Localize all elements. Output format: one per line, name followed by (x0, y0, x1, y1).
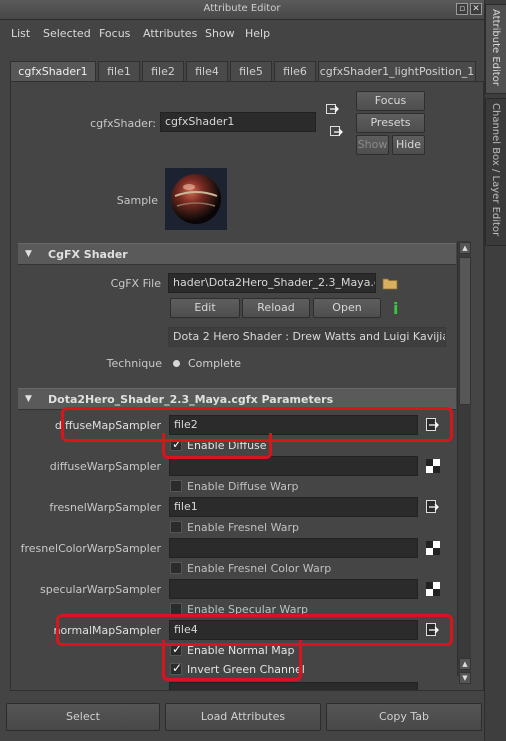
collapse-triangle-icon: ▼ (25, 249, 32, 259)
menu-bar: List Selected Focus Attributes Show Help (0, 21, 484, 45)
checkbox-label: Enable Diffuse Warp (187, 480, 299, 493)
tab-file5[interactable]: file5 (230, 61, 272, 81)
input-connection-icon[interactable] (326, 104, 340, 118)
output-connection-icon[interactable] (330, 126, 344, 140)
checker-map-icon[interactable] (426, 459, 440, 473)
edit-button[interactable]: Edit (170, 298, 240, 318)
window-title: Attribute Editor (203, 3, 281, 14)
menu-show[interactable]: Show (205, 27, 235, 40)
checkbox-box (170, 480, 182, 492)
diffuse-warp-sampler-field[interactable] (169, 456, 418, 476)
node-tabs: cgfxShader1 file1 file2 file4 file5 file… (10, 61, 484, 81)
scroll-down-icon[interactable]: ▼ (459, 672, 471, 684)
technique-label: Technique (106, 357, 162, 370)
fresnel-color-warp-sampler-label: fresnelColorWarpSampler (20, 542, 161, 555)
cgfx-file-field[interactable]: hader\Dota2Hero_Shader_2.3_Maya.cgfx (168, 273, 376, 293)
reload-button[interactable]: Reload (242, 298, 310, 318)
tab-channel-box-label: Channel Box / Layer Editor (490, 103, 501, 237)
checker-map-icon[interactable] (426, 541, 440, 555)
focus-button[interactable]: Focus (356, 91, 425, 111)
scroll-up-icon-bottom[interactable]: ▲ (459, 658, 471, 670)
tab-cgfxshader1[interactable]: cgfxShader1 (10, 61, 96, 81)
side-tab-strip: Attribute Editor Channel Box / Layer Edi… (484, 0, 506, 741)
highlight-enable-diffuse (162, 433, 272, 459)
section-title: Dota2Hero_Shader_2.3_Maya.cgfx Parameter… (48, 393, 334, 406)
tab-channel-box[interactable]: Channel Box / Layer Editor (485, 98, 506, 246)
map-connection-icon[interactable] (426, 500, 440, 514)
section-title: CgFX Shader (48, 248, 128, 261)
highlight-normal-options (162, 640, 302, 681)
fresnel-warp-sampler-label: fresnelWarpSampler (49, 501, 161, 514)
info-icon[interactable]: i (393, 299, 398, 318)
tab-light-position[interactable]: cgfxShader1_lightPosition_1 (318, 61, 476, 81)
menu-selected[interactable]: Selected (43, 27, 91, 40)
shader-sample-swatch (165, 168, 227, 230)
diffuse-warp-sampler-label: diffuseWarpSampler (49, 460, 161, 473)
fresnel-color-warp-sampler-field[interactable] (169, 538, 418, 558)
close-icon[interactable]: ✕ (470, 3, 482, 15)
bottom-bar: Select Load Attributes Copy Tab (0, 703, 484, 733)
technique-radio[interactable] (173, 360, 180, 367)
sample-label: Sample (116, 194, 158, 207)
copy-tab-button[interactable]: Copy Tab (326, 703, 482, 731)
tab-file6[interactable]: file6 (274, 61, 316, 81)
enable-fresnel-color-warp-checkbox[interactable]: Enable Fresnel Color Warp (170, 560, 332, 578)
shader-description: Dota 2 Hero Shader : Drew Watts and Luig… (168, 327, 446, 347)
presets-button[interactable]: Presets (356, 113, 425, 133)
title-bar: Attribute Editor ▫ ✕ (0, 0, 484, 20)
hide-button[interactable]: Hide (392, 135, 425, 155)
menu-attributes[interactable]: Attributes (143, 27, 197, 40)
next-sampler-field-partial (169, 682, 418, 690)
tab-attribute-editor[interactable]: Attribute Editor (485, 4, 506, 94)
node-name-field[interactable]: cgfxShader1 (160, 112, 316, 132)
checkbox-label: Enable Fresnel Warp (187, 521, 299, 534)
load-attributes-button[interactable]: Load Attributes (165, 703, 321, 731)
cgfx-file-label: CgFX File (110, 277, 161, 290)
menu-help[interactable]: Help (245, 27, 270, 40)
enable-diffuse-warp-checkbox[interactable]: Enable Diffuse Warp (170, 478, 320, 496)
technique-value: Complete (188, 357, 242, 370)
checkbox-box (170, 562, 182, 574)
enable-fresnel-warp-checkbox[interactable]: Enable Fresnel Warp (170, 519, 320, 537)
tab-file4[interactable]: file4 (186, 61, 228, 81)
panel-scrollbar[interactable]: ▲ ▲ ▼ (457, 241, 471, 684)
folder-icon[interactable] (382, 276, 398, 290)
node-type-label: cgfxShader: (90, 117, 156, 130)
float-window-icon[interactable]: ▫ (456, 3, 468, 15)
cgfx-shader-section-header[interactable]: ▼ CgFX Shader (18, 243, 456, 265)
select-button[interactable]: Select (6, 703, 160, 731)
tab-file2[interactable]: file2 (142, 61, 184, 81)
checkbox-label: Enable Fresnel Color Warp (187, 562, 332, 575)
tab-file1[interactable]: file1 (98, 61, 140, 81)
show-button[interactable]: Show (356, 135, 389, 155)
menu-list[interactable]: List (11, 27, 30, 40)
tab-attribute-editor-label: Attribute Editor (490, 9, 501, 86)
menu-focus[interactable]: Focus (99, 27, 130, 40)
fresnel-warp-sampler-field[interactable]: file1 (169, 497, 418, 517)
scroll-up-icon[interactable]: ▲ (459, 242, 471, 254)
attribute-panel (10, 81, 484, 691)
checkbox-box (170, 521, 182, 533)
specular-warp-sampler-field[interactable] (169, 579, 418, 599)
open-button[interactable]: Open (313, 298, 381, 318)
specular-warp-sampler-label: specularWarpSampler (39, 583, 161, 596)
checker-map-icon[interactable] (426, 582, 440, 596)
scroll-thumb[interactable] (459, 257, 471, 405)
collapse-triangle-icon: ▼ (25, 394, 32, 404)
